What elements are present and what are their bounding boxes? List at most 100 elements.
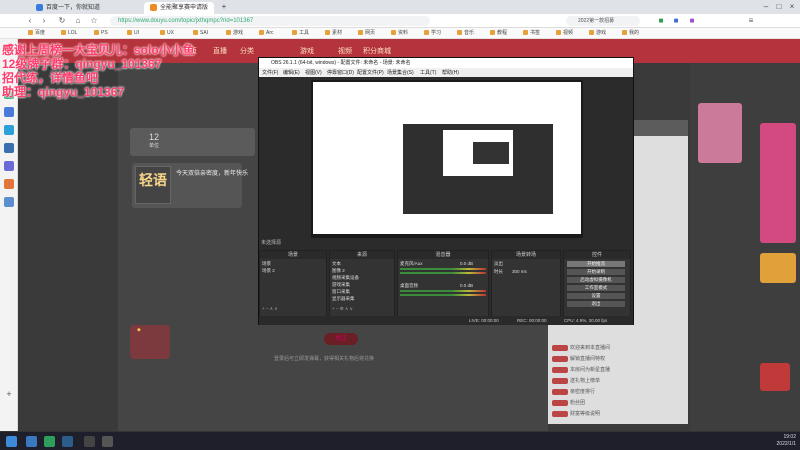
- dock-controls[interactable]: + − ∧ ∨: [262, 306, 278, 312]
- system-clock[interactable]: 19:02 2022/1/1: [777, 434, 796, 448]
- badge-icon: [552, 344, 568, 351]
- nested-obs-deep: [473, 142, 509, 164]
- nested-page: [443, 130, 513, 176]
- dock-controls[interactable]: + − ⚙ ∧ ∨: [332, 306, 353, 312]
- extension-icon[interactable]: ■: [670, 15, 682, 27]
- bookmark-item[interactable]: Arc: [259, 29, 274, 38]
- maximize-button[interactable]: □: [773, 1, 785, 13]
- bookmark-item[interactable]: 书签: [523, 29, 540, 38]
- menu-icon[interactable]: ≡: [745, 15, 757, 27]
- source-item[interactable]: 图像 2: [332, 268, 345, 274]
- studio-mode-button[interactable]: 工作室模式: [567, 285, 625, 291]
- star-icon[interactable]: ☆: [88, 15, 100, 27]
- folder-icon: [160, 30, 165, 36]
- close-icon[interactable]: ×: [786, 1, 798, 13]
- duration-input[interactable]: 300 ms: [512, 269, 527, 274]
- minimize-button[interactable]: –: [760, 1, 772, 13]
- forward-button[interactable]: ›: [38, 15, 50, 27]
- start-recording-button[interactable]: 开始录制: [567, 269, 625, 275]
- bookmark-item[interactable]: 素材: [325, 29, 342, 38]
- app-icon[interactable]: [4, 125, 14, 135]
- nav-video[interactable]: 视频: [338, 46, 352, 56]
- steam-icon[interactable]: [62, 436, 73, 447]
- search-input[interactable]: 2022第一款招募: [566, 16, 640, 26]
- bookmark-label: UX: [167, 30, 174, 36]
- settings-button[interactable]: 设置: [567, 293, 625, 299]
- badge-icon: [552, 388, 568, 395]
- new-tab-button[interactable]: +: [218, 1, 230, 13]
- promo-banner[interactable]: [698, 103, 742, 163]
- exit-button[interactable]: 退出: [567, 301, 625, 307]
- nav-shop[interactable]: 积分商城: [363, 46, 391, 56]
- app-icon[interactable]: [4, 197, 14, 207]
- bookmark-item[interactable]: 音乐: [457, 29, 474, 38]
- bookmark-item[interactable]: 学习: [424, 29, 441, 38]
- scene-item[interactable]: 场景: [262, 261, 271, 267]
- nav-category[interactable]: 分类: [240, 46, 254, 56]
- bookmark-item[interactable]: UX: [160, 29, 174, 38]
- bookmark-item[interactable]: 游戏: [589, 29, 606, 38]
- bookmark-item[interactable]: LOL: [61, 29, 77, 38]
- bookmark-item[interactable]: 教程: [490, 29, 507, 38]
- app-icon[interactable]: [26, 436, 37, 447]
- app-icon[interactable]: [4, 161, 14, 171]
- app-icon[interactable]: [44, 436, 55, 447]
- menu-view[interactable]: 视图(V): [305, 69, 322, 76]
- anchor-avatar[interactable]: 轻语: [135, 166, 171, 204]
- obs-icon[interactable]: [84, 436, 95, 447]
- menu-profile[interactable]: 配置文件(P): [357, 69, 384, 76]
- extension-icon[interactable]: ■: [655, 15, 667, 27]
- browser-tab[interactable]: 百度一下，你就知道: [30, 2, 140, 14]
- menu-edit[interactable]: 编辑(E): [283, 69, 300, 76]
- menu-help[interactable]: 帮助(H): [442, 69, 459, 76]
- address-bar[interactable]: https://www.douyu.com/topic/jxthqmpc?rid…: [110, 16, 430, 26]
- source-item[interactable]: 文本: [332, 261, 341, 267]
- home-button[interactable]: ⌂: [72, 15, 84, 27]
- promo-banner[interactable]: [760, 363, 790, 391]
- mixer-dock: 混音器 麦克风/Aux 0.0 dB 桌面音频 0.0 dB: [397, 250, 489, 320]
- source-item[interactable]: 视频采集设备: [332, 275, 359, 281]
- bookmark-item[interactable]: 游戏: [226, 29, 243, 38]
- promo-banner[interactable]: [760, 123, 796, 243]
- gift-badge[interactable]: ◆: [130, 325, 170, 359]
- start-streaming-button[interactable]: 开始推流: [567, 261, 625, 267]
- add-icon[interactable]: +: [4, 389, 14, 399]
- bookmark-item[interactable]: 资料: [391, 29, 408, 38]
- app-icon[interactable]: [4, 107, 14, 117]
- app-icon[interactable]: [4, 179, 14, 189]
- back-button[interactable]: ‹: [24, 15, 36, 27]
- bookmark-item[interactable]: 工具: [292, 29, 309, 38]
- menu-scene-collection[interactable]: 场景集合(S): [387, 69, 414, 76]
- douyu-icon: [150, 3, 157, 11]
- bookmark-item[interactable]: 百度: [28, 29, 45, 38]
- scene-item[interactable]: 场景 2: [262, 268, 275, 274]
- app-icon[interactable]: [4, 143, 14, 153]
- source-item[interactable]: 游戏采集: [332, 282, 350, 288]
- browser-tab-active[interactable]: 全能聚享赛申请版: [144, 2, 214, 14]
- menu-docks[interactable]: 停靠窗口(D): [327, 69, 354, 76]
- source-item[interactable]: 窗口采集: [332, 289, 350, 295]
- chat-text: 粉丝团: [570, 400, 586, 406]
- bookmark-item[interactable]: SAI: [193, 29, 208, 38]
- bookmark-label: Arc: [266, 30, 274, 36]
- badge-icon: [552, 355, 568, 362]
- windows-start-icon[interactable]: [6, 436, 17, 447]
- promo-banner[interactable]: [760, 253, 796, 283]
- extension-icon[interactable]: ■: [686, 15, 698, 27]
- follow-button[interactable]: 关注: [324, 333, 358, 345]
- bookmark-item[interactable]: 网页: [358, 29, 375, 38]
- bookmark-item[interactable]: 视频: [556, 29, 573, 38]
- source-item[interactable]: 显示器采集: [332, 296, 355, 302]
- menu-tools[interactable]: 工具(T): [420, 69, 436, 76]
- bookmark-item[interactable]: PS: [94, 29, 108, 38]
- virtual-camera-button[interactable]: 启动虚拟摄像机: [567, 277, 625, 283]
- app-icon[interactable]: [102, 436, 113, 447]
- transition-select[interactable]: 淡出: [494, 261, 503, 267]
- bookmark-label: 百度: [35, 30, 46, 36]
- menu-file[interactable]: 文件(F): [262, 69, 278, 76]
- nav-live[interactable]: 直播: [213, 46, 227, 56]
- reload-button[interactable]: ↻: [56, 15, 68, 27]
- bookmark-item[interactable]: 我的: [622, 29, 639, 38]
- nav-games[interactable]: 游戏: [300, 46, 314, 56]
- bookmark-item[interactable]: UI: [127, 29, 139, 38]
